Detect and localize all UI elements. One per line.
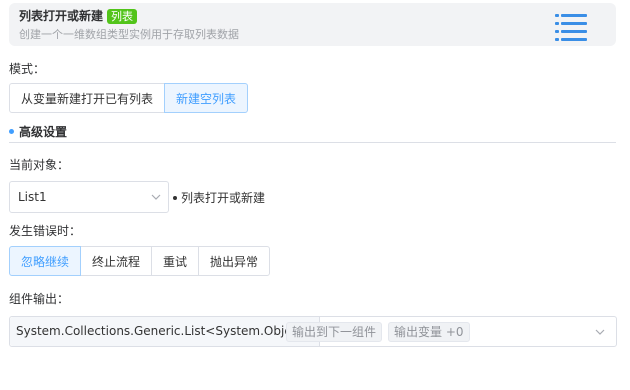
on-error-option-throw[interactable]: 抛出异常 xyxy=(198,246,271,276)
current-object-label: 当前对象： xyxy=(9,158,70,172)
chevron-down-icon xyxy=(595,329,605,335)
output-tag-next-component[interactable]: 输出到下一组件 xyxy=(286,322,383,342)
section-divider xyxy=(9,142,616,143)
mode-option-new-empty[interactable]: 新建空列表 xyxy=(164,83,249,113)
on-error-segmented-control: 忽略继续 终止流程 重试 抛出异常 xyxy=(9,246,271,276)
on-error-option-retry[interactable]: 重试 xyxy=(151,246,200,276)
mode-label: 模式： xyxy=(9,62,46,76)
on-error-option-terminate[interactable]: 终止流程 xyxy=(80,246,153,276)
mode-option-from-variable[interactable]: 从变量新建打开已有列表 xyxy=(9,83,166,113)
output-label: 组件输出： xyxy=(9,292,70,306)
component-description: 创建一个一维数组类型实例用于存取列表数据 xyxy=(19,28,239,41)
on-error-option-ignore-continue[interactable]: 忽略继续 xyxy=(9,246,82,276)
current-object-note: 列表打开或新建 xyxy=(173,189,265,206)
current-object-value: List1 xyxy=(18,190,47,204)
current-object-select[interactable]: List1 xyxy=(9,181,169,213)
current-object-note-text: 列表打开或新建 xyxy=(181,191,266,205)
header-title-row: 列表打开或新建 列表 xyxy=(19,8,138,24)
bullet-dot-icon xyxy=(173,195,177,200)
category-badge: 列表 xyxy=(107,8,138,24)
advanced-settings-heading: 高级设置 xyxy=(9,123,67,140)
bullet-dot-icon xyxy=(9,129,14,134)
advanced-settings-title: 高级设置 xyxy=(19,125,68,139)
list-icon[interactable] xyxy=(555,11,587,43)
output-type: System.Collections.Generic.List<System.O… xyxy=(10,317,321,346)
mode-segmented-control: 从变量新建打开已有列表 新建空列表 xyxy=(9,83,249,113)
component-header: 列表打开或新建 列表 创建一个一维数组类型实例用于存取列表数据 xyxy=(9,3,616,46)
on-error-label: 发生错误时： xyxy=(9,224,82,238)
output-select[interactable]: System.Collections.Generic.List<System.O… xyxy=(9,316,617,347)
chevron-down-icon xyxy=(151,194,161,200)
output-tag-variable[interactable]: 输出变量 +0 xyxy=(388,322,470,342)
component-title: 列表打开或新建 xyxy=(19,9,104,23)
